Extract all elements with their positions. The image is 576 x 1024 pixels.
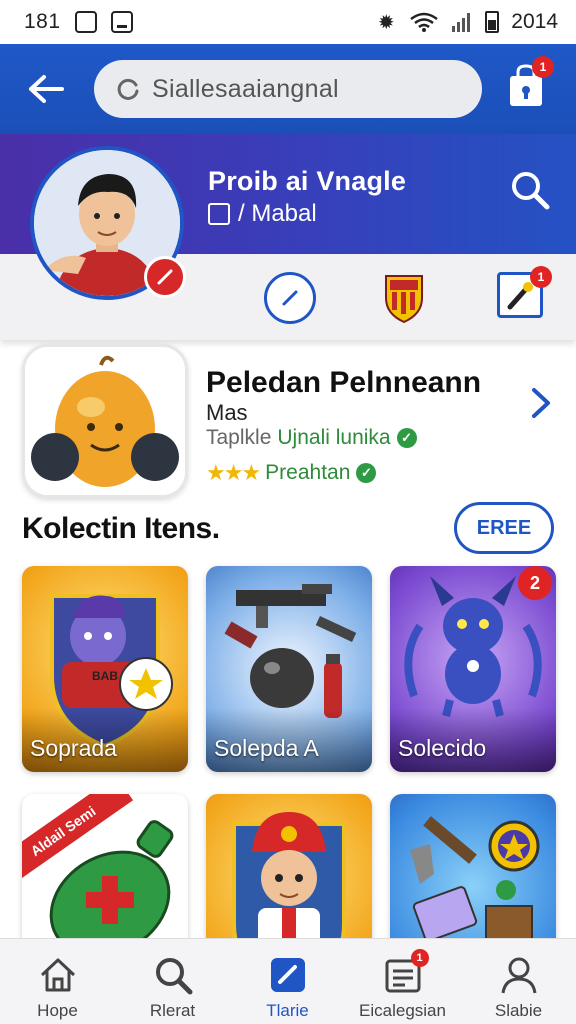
featured-meta: Taplkle Ujnali lunika ✓ xyxy=(206,426,417,450)
nav-badge: 1 xyxy=(410,949,429,967)
featured-meta-grey: Taplkle xyxy=(206,426,272,449)
back-button[interactable] xyxy=(16,59,76,119)
rating-label: Preahtan xyxy=(265,461,351,484)
card-badge: 2 xyxy=(518,566,552,600)
nav-edit[interactable]: Tlarie xyxy=(230,939,345,1024)
profile-icon xyxy=(499,955,539,995)
search-icon xyxy=(153,955,193,995)
rating-stars: ★★★ xyxy=(206,460,261,485)
nav-label: Rlerat xyxy=(149,1001,196,1020)
edit-square-icon xyxy=(208,203,230,225)
featured-meta-green: Ujnali lunika xyxy=(277,426,391,449)
bottom-navigation: Hope Rlerat Tlarie 1 Eicalegsian Slabie xyxy=(0,938,576,1024)
collection-card[interactable]: Solecido 2 xyxy=(390,566,556,772)
tools-badge: 1 xyxy=(530,266,552,288)
profile-name: Proib ai Vnagle xyxy=(208,166,407,196)
wifi-icon xyxy=(410,12,439,32)
refresh-icon xyxy=(117,78,139,100)
signal-icon xyxy=(452,13,471,32)
chevron-right-icon xyxy=(532,388,550,418)
collection-card[interactable]: BAB Soprada xyxy=(22,566,188,772)
status-clock: 2014 xyxy=(511,10,558,33)
profile-subtitle: / Mabal xyxy=(238,200,317,227)
pencil-icon xyxy=(282,290,298,306)
profile-subtitle-row: / Mabal xyxy=(208,200,317,228)
nav-search[interactable]: Rlerat xyxy=(115,939,230,1024)
battery-icon xyxy=(485,11,500,33)
status-bar: 181 ✹ 2014 xyxy=(0,0,576,44)
nav-home[interactable]: Hope xyxy=(0,939,115,1024)
nav-inbox[interactable]: 1 Eicalegsian xyxy=(345,939,460,1024)
shopping-bag-button[interactable]: 1 xyxy=(506,56,554,110)
featured-subtitle: Mas xyxy=(206,400,248,425)
card-label: Solepda A xyxy=(214,735,319,761)
svg-text:BAB: BAB xyxy=(92,669,118,683)
nav-label: Hope xyxy=(37,1001,78,1020)
team-badge-button[interactable] xyxy=(382,270,426,324)
status-time: 181 xyxy=(24,10,61,33)
bomb-character-icon xyxy=(25,347,185,495)
nav-label: Slabie xyxy=(494,1001,543,1020)
cart-badge: 1 xyxy=(532,56,554,78)
featured-open-button[interactable] xyxy=(526,386,554,420)
top-app-bar: Siallesaaiangnal 1 xyxy=(0,44,576,134)
free-filter-button[interactable]: EREE xyxy=(454,502,554,554)
edit-profile-button[interactable] xyxy=(264,272,316,324)
arrow-left-icon xyxy=(29,75,64,103)
gallery-icon xyxy=(74,11,97,33)
section-title: Kolectin Itens. xyxy=(22,512,220,545)
card-label: Soprada xyxy=(30,735,117,761)
search-icon xyxy=(512,172,550,210)
search-placeholder: Siallesaaiangnal xyxy=(152,74,339,103)
edit-icon xyxy=(268,955,308,995)
tablet-icon xyxy=(110,11,133,33)
search-input[interactable]: Siallesaaiangnal xyxy=(94,60,482,118)
settings-status-icon: ✹ xyxy=(377,11,395,34)
home-icon xyxy=(38,955,78,995)
verified-icon: ✓ xyxy=(356,463,377,483)
card-label: Solecido xyxy=(398,735,487,761)
profile-search-button[interactable] xyxy=(508,168,552,212)
featured-rating: ★★★ Preahtan ✓ xyxy=(206,460,377,486)
verified-icon: ✓ xyxy=(396,428,417,448)
edit-icon xyxy=(157,269,173,285)
featured-item-icon[interactable] xyxy=(22,344,188,498)
nav-label: Tlarie xyxy=(266,1001,309,1020)
nav-label: Eicalegsian xyxy=(359,1001,446,1020)
shield-icon xyxy=(385,275,423,324)
nav-profile[interactable]: Slabie xyxy=(461,939,576,1024)
edit-avatar-button[interactable] xyxy=(144,256,186,298)
featured-title: Peledan Pelnneann xyxy=(206,366,482,399)
inbox-icon: 1 xyxy=(383,949,429,995)
collection-card[interactable]: Solepda A xyxy=(206,566,372,772)
